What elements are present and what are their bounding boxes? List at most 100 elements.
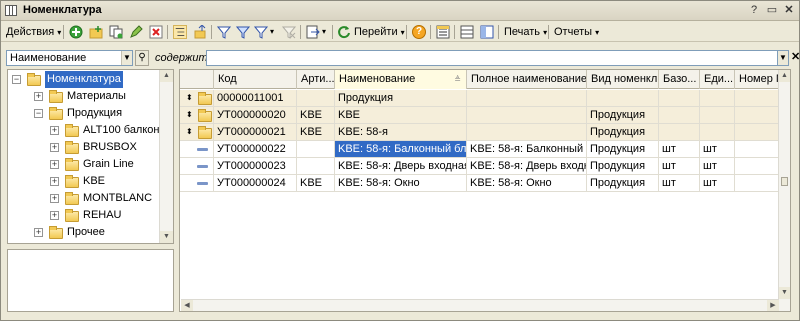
table-cell[interactable]: KBE: 58-я: Окно — [467, 175, 587, 192]
table-scrollbar[interactable]: ▲ ▼ — [778, 70, 790, 311]
column-header[interactable]: Вид номенкл... — [587, 70, 659, 89]
add-folder-icon[interactable] — [89, 25, 103, 39]
scroll-right-icon[interactable]: ▶ — [767, 300, 779, 311]
table-cell[interactable]: УТ000000021 — [214, 124, 297, 141]
table-cell[interactable]: Продукция — [587, 141, 659, 158]
expand-icon[interactable]: + — [34, 92, 43, 101]
table-cell[interactable] — [700, 124, 735, 141]
table-cell[interactable]: Продукция — [587, 124, 659, 141]
copy-icon[interactable] — [109, 25, 123, 39]
table-cell[interactable]: шт — [659, 175, 700, 192]
expand-icon[interactable]: + — [50, 143, 59, 152]
table-cell[interactable]: KBE: 58-я — [335, 124, 467, 141]
add-icon[interactable] — [69, 25, 83, 39]
table-cell[interactable]: УТ000000022 — [214, 141, 297, 158]
tree-item[interactable]: − Номенклатура — [8, 71, 158, 88]
tree-item[interactable]: − Продукция — [8, 105, 158, 122]
delete-icon[interactable] — [149, 25, 163, 39]
table-hscrollbar[interactable]: ◀ ▶ — [181, 299, 779, 311]
table-cell[interactable]: Продукция — [587, 158, 659, 175]
table-cell[interactable] — [297, 141, 335, 158]
clear-icon[interactable]: ✕ — [791, 50, 800, 66]
filter-value-icon[interactable] — [236, 25, 250, 39]
tree-item[interactable]: + REHAU — [8, 207, 158, 224]
table-cell[interactable]: KBE — [335, 107, 467, 124]
column-header[interactable]: Наименование ≜ — [335, 70, 467, 89]
table-cell[interactable]: шт — [700, 141, 735, 158]
scroll-left-icon[interactable]: ◀ — [181, 300, 193, 311]
tree-item[interactable]: + KBE — [8, 173, 158, 190]
clear-filter-icon[interactable] — [282, 25, 296, 39]
table-row[interactable]: УТ000000022 KBE: 58-я: Балконный блок KBE:… — [180, 141, 785, 158]
table-row[interactable]: УТ000000023 KBE: 58-я: Дверь входная KBE: … — [180, 158, 785, 175]
scroll-thumb[interactable] — [781, 177, 788, 186]
scroll-up-icon[interactable]: ▲ — [160, 70, 173, 82]
table-cell[interactable]: УТ000000023 — [214, 158, 297, 175]
navigate-dropdown-icon[interactable]: ▾ — [322, 24, 326, 40]
filter-icon[interactable] — [217, 25, 231, 39]
close-icon[interactable]: ✕ — [782, 4, 796, 17]
actions-menu[interactable]: Действия ▾ — [6, 24, 61, 40]
level-up-icon[interactable] — [193, 25, 207, 39]
table-cell[interactable] — [297, 158, 335, 175]
table-cell[interactable]: 00000011001 — [214, 90, 297, 107]
expand-icon[interactable]: + — [50, 160, 59, 169]
table-cell[interactable]: KBE: 58-я: Балконный блок — [335, 141, 467, 158]
expand-icon[interactable]: + — [50, 177, 59, 186]
table-cell[interactable]: KBE — [297, 124, 335, 141]
table-cell[interactable] — [659, 124, 700, 141]
expand-icon[interactable]: + — [50, 126, 59, 135]
table-cell[interactable] — [700, 90, 735, 107]
columns-icon[interactable] — [480, 25, 494, 39]
expand-icon[interactable]: + — [50, 211, 59, 220]
minimize-icon[interactable]: ▭ — [765, 4, 779, 17]
table-row[interactable]: ⬍ 00000011001 Продукция — [180, 90, 785, 107]
tree-item[interactable]: + Материалы — [8, 88, 158, 105]
table-cell[interactable]: УТ000000020 — [214, 107, 297, 124]
table-row[interactable]: УТ000000024 KBE KBE: 58-я: Окно KBE: 58-я: … — [180, 175, 785, 192]
table-cell[interactable]: Продукция — [587, 107, 659, 124]
table-cell[interactable]: Продукция — [587, 175, 659, 192]
tree-item[interactable]: +Техоперации — [8, 241, 158, 243]
chevron-down-icon[interactable]: ▼ — [778, 50, 789, 66]
search-icon[interactable]: ⚲ — [135, 50, 149, 66]
navigate-icon[interactable] — [306, 25, 320, 39]
list-view-icon[interactable] — [460, 25, 474, 39]
group-tree[interactable]: ▲ ▼ − Номенклатура + Материалы − Продукция + AL… — [7, 69, 174, 244]
refresh-icon[interactable] — [337, 25, 351, 39]
column-header[interactable]: Код — [214, 70, 297, 89]
tree-item[interactable]: + BRUSBOX — [8, 139, 158, 156]
filter-field-select[interactable]: Наименование ▼ — [6, 50, 133, 66]
edit-icon[interactable] — [129, 25, 143, 39]
collapse-icon[interactable]: − — [34, 109, 43, 118]
table-cell[interactable]: KBE: 58-я: Дверь входная — [467, 158, 587, 175]
scroll-down-icon[interactable]: ▼ — [160, 231, 173, 243]
reports-menu[interactable]: Отчеты ▾ — [554, 24, 599, 40]
print-menu[interactable]: Печать ▾ — [504, 24, 547, 40]
table-cell[interactable] — [297, 90, 335, 107]
filter-list-icon[interactable] — [254, 25, 268, 39]
contains-input[interactable] — [206, 50, 778, 66]
column-header[interactable]: Полное наименование — [467, 70, 587, 89]
items-table[interactable]: Код Арти... Наименование ≜ Полное наименован… — [179, 69, 791, 312]
tree-item[interactable]: + MONTBLANC — [8, 190, 158, 207]
help-icon[interactable]: ? — [412, 25, 426, 39]
table-cell[interactable] — [659, 107, 700, 124]
table-cell[interactable]: шт — [659, 141, 700, 158]
column-header[interactable]: Еди... — [700, 70, 735, 89]
goto-menu[interactable]: Перейти ▾ — [354, 24, 405, 40]
tree-item[interactable]: + Grain Line — [8, 156, 158, 173]
expand-icon[interactable]: + — [34, 228, 43, 237]
table-row[interactable]: ⬍ УТ000000021 KBE KBE: 58-я Продукция — [180, 124, 785, 141]
tree-scrollbar[interactable]: ▲ ▼ — [159, 70, 173, 243]
filter-list-dropdown-icon[interactable]: ▾ — [270, 24, 274, 40]
table-cell[interactable]: шт — [700, 158, 735, 175]
table-row[interactable]: ⬍ УТ000000020 KBE KBE Продукция — [180, 107, 785, 124]
table-cell[interactable]: KBE: 58-я: Дверь входная — [335, 158, 467, 175]
expand-icon[interactable]: + — [50, 194, 59, 203]
settings-list-icon[interactable] — [436, 25, 450, 39]
tree-item[interactable]: + Прочее — [8, 224, 158, 241]
table-cell[interactable]: Продукция — [335, 90, 467, 107]
hierarchy-icon[interactable] — [173, 25, 187, 39]
table-cell[interactable]: шт — [700, 175, 735, 192]
